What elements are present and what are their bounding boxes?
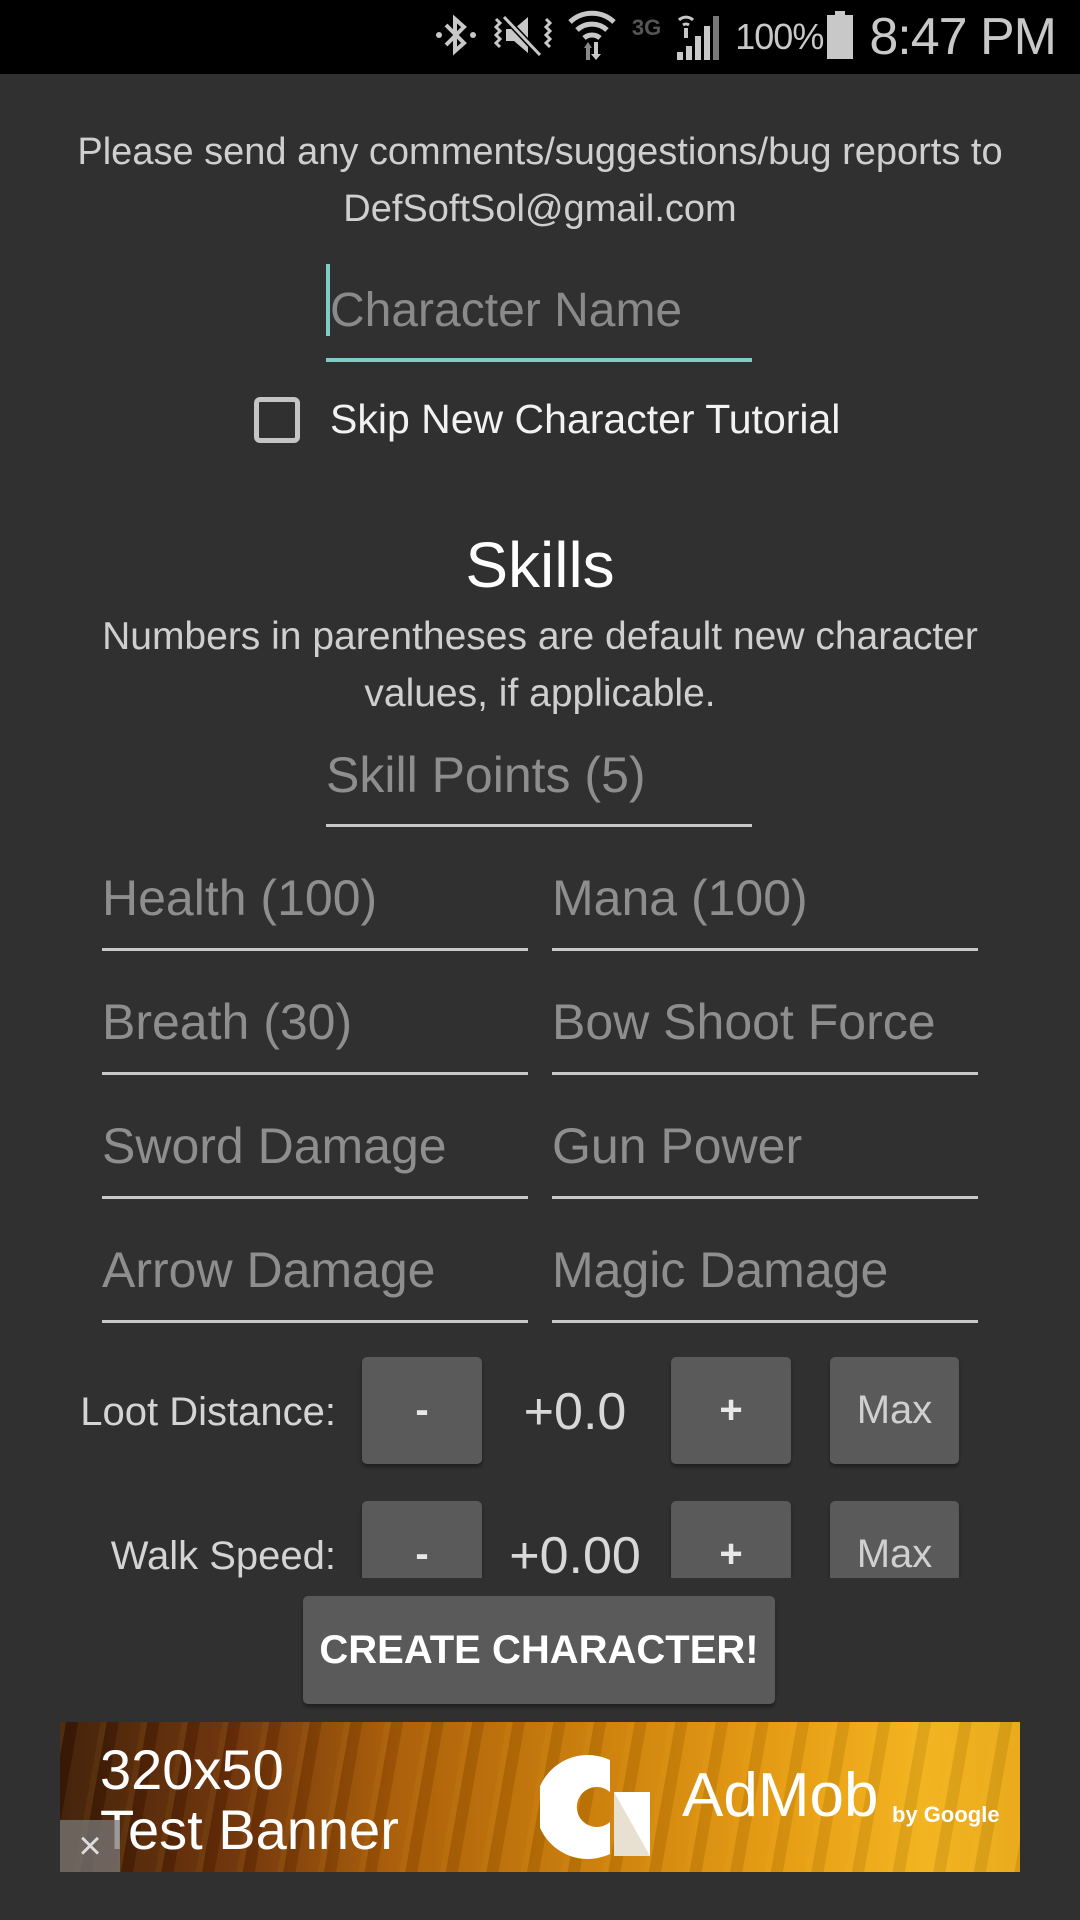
- loot-distance-label: Loot Distance:: [80, 1390, 336, 1434]
- walk-speed-plus-button[interactable]: +: [671, 1501, 791, 1578]
- skills-description: Numbers in parentheses are default new c…: [102, 615, 978, 715]
- walk-speed-label: Walk Speed:: [110, 1534, 336, 1578]
- ad-brand-subtext: by Google: [892, 1802, 1000, 1827]
- ad-close-button[interactable]: ×: [60, 1820, 120, 1872]
- bluetooth-icon: [434, 11, 478, 64]
- ad-banner[interactable]: 320x50 Test Banner AdMob by Google ×: [60, 1722, 1020, 1872]
- loot-distance-max-button[interactable]: Max: [830, 1357, 959, 1464]
- walk-speed-max-button[interactable]: Max: [830, 1501, 959, 1578]
- sword-damage-input[interactable]: [102, 1096, 528, 1199]
- status-bar: 3G 100% 8:47 PM: [0, 0, 1080, 74]
- loot-distance-minus-button[interactable]: -: [362, 1357, 482, 1464]
- character-name-input[interactable]: [326, 262, 752, 362]
- text-cursor: [326, 264, 330, 336]
- wifi-icon: [568, 8, 616, 67]
- admob-logo-icon: [540, 1755, 650, 1859]
- bow-shoot-force-input[interactable]: [552, 972, 978, 1075]
- feedback-info-text: Please send any comments/suggestions/bug…: [77, 131, 1003, 230]
- create-character-button[interactable]: CREATE CHARACTER!: [303, 1596, 775, 1704]
- magic-damage-input[interactable]: [552, 1220, 978, 1323]
- loot-distance-value: +0.0: [523, 1383, 627, 1441]
- battery-icon: [827, 10, 854, 64]
- ad-size-text: 320x50: [100, 1738, 284, 1801]
- ad-banner-text: Test Banner: [100, 1798, 399, 1861]
- signal-icon: [675, 8, 721, 67]
- network-3g-icon: 3G: [631, 15, 662, 40]
- ad-brand-text: AdMob: [682, 1761, 879, 1830]
- skills-heading: Skills: [465, 529, 615, 601]
- skip-tutorial-checkbox-row[interactable]: Skip New Character Tutorial: [254, 396, 840, 443]
- battery-percent: 100%: [735, 16, 824, 57]
- walk-speed-stepper: Walk Speed: - +0.00 + Max: [0, 1490, 1080, 1578]
- walk-speed-minus-button[interactable]: -: [362, 1501, 482, 1578]
- clock: 8:47 PM: [869, 8, 1057, 66]
- skip-tutorial-label[interactable]: Skip New Character Tutorial: [330, 396, 840, 443]
- loot-distance-plus-button[interactable]: +: [671, 1357, 791, 1464]
- skip-tutorial-checkbox[interactable]: [254, 396, 300, 443]
- breath-input[interactable]: [102, 972, 528, 1075]
- arrow-damage-input[interactable]: [102, 1220, 528, 1323]
- gun-power-input[interactable]: [552, 1096, 978, 1199]
- walk-speed-value: +0.00: [509, 1527, 641, 1578]
- vibrate-mute-icon: [492, 11, 554, 64]
- mana-input[interactable]: [552, 848, 978, 951]
- health-input[interactable]: [102, 848, 528, 951]
- skill-points-input[interactable]: [326, 726, 752, 827]
